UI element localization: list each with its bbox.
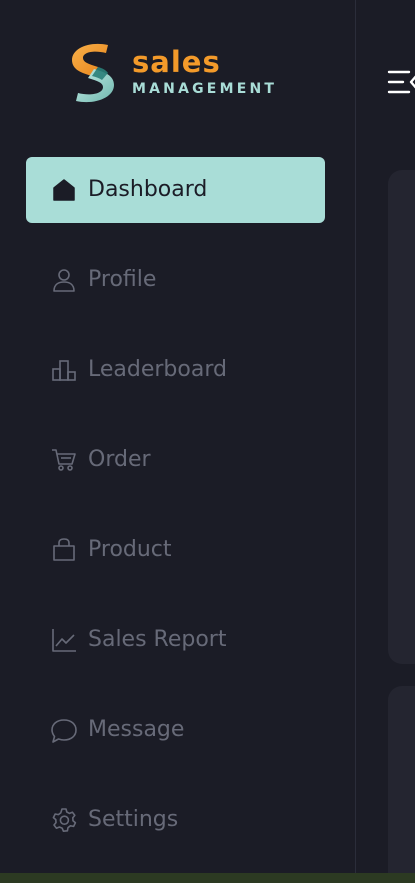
brand-subtitle: MANAGEMENT — [132, 80, 278, 97]
sidebar-item-label: Sales Report — [88, 627, 227, 652]
sidebar-item-leaderboard[interactable]: Leaderboard — [26, 337, 325, 403]
shopping-bag-icon — [51, 537, 77, 563]
user-icon — [51, 267, 77, 293]
home-icon — [51, 177, 77, 203]
brand-text: sales MANAGEMENT — [132, 44, 278, 98]
sidebar-item-order[interactable]: Order — [26, 427, 325, 493]
sidebar-item-label: Profile — [88, 267, 157, 292]
message-icon — [51, 717, 77, 743]
menu-collapse-button[interactable] — [387, 68, 415, 96]
sidebar-item-label: Dashboard — [88, 177, 208, 202]
logo-s-icon — [72, 43, 114, 103]
sidebar-item-message[interactable]: Message — [26, 697, 325, 763]
sidebar-item-product[interactable]: Product — [26, 517, 325, 583]
sidebar: sales MANAGEMENT Dashboard Profile Leade… — [0, 0, 355, 883]
sidebar-item-sales-report[interactable]: Sales Report — [26, 607, 325, 673]
brand-logo[interactable]: sales MANAGEMENT — [68, 42, 277, 104]
bottom-edge — [0, 873, 415, 883]
menu-collapse-icon — [387, 70, 415, 94]
sidebar-item-label: Message — [88, 717, 185, 742]
sidebar-divider — [355, 0, 356, 883]
sidebar-nav: Dashboard Profile Leaderboard Order Prod… — [26, 157, 325, 877]
content-card — [388, 170, 415, 664]
cart-icon — [51, 447, 77, 473]
sidebar-item-settings[interactable]: Settings — [26, 787, 325, 853]
app-window: sales MANAGEMENT Dashboard Profile Leade… — [0, 0, 415, 883]
line-chart-icon — [51, 627, 77, 653]
sidebar-item-label: Settings — [88, 807, 179, 832]
gear-icon — [51, 807, 77, 833]
leaderboard-icon — [51, 357, 77, 383]
sidebar-item-label: Leaderboard — [88, 357, 227, 382]
brand-word: sales — [132, 44, 221, 79]
sidebar-item-label: Product — [88, 537, 172, 562]
sidebar-item-dashboard[interactable]: Dashboard — [26, 157, 325, 223]
sidebar-item-label: Order — [88, 447, 151, 472]
sidebar-item-profile[interactable]: Profile — [26, 247, 325, 313]
content-card — [388, 686, 415, 883]
